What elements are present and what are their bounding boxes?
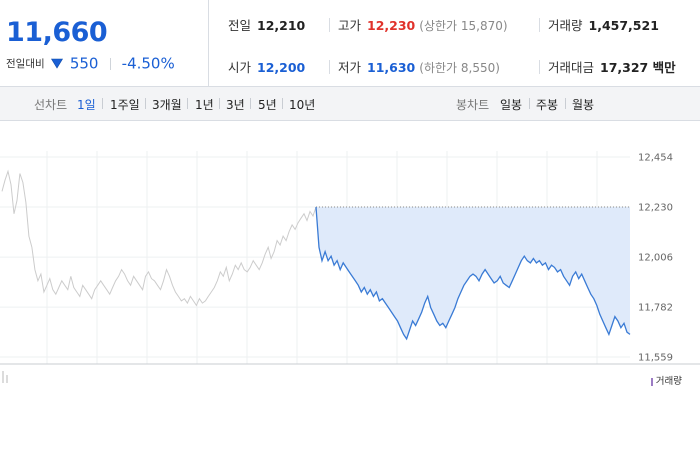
y-tick-label: 11,782	[638, 303, 673, 314]
stat-divider	[329, 60, 330, 74]
open-value: 12,200	[257, 60, 306, 75]
high-value: 12,230	[367, 18, 416, 33]
high-label: 고가	[338, 18, 362, 33]
prev-close-label: 전일	[228, 18, 252, 33]
stat-divider	[539, 18, 540, 32]
tab-period-3y[interactable]: 3년	[226, 96, 245, 113]
open-label: 시가	[228, 60, 252, 75]
volume-legend-label: 거래량	[655, 376, 682, 387]
volume-value: 1,457,521	[588, 18, 659, 33]
trade-value-value: 17,327 백만	[600, 60, 676, 75]
tab-divider	[187, 98, 188, 109]
intraday-chart[interactable]: 12,454 12,230 12,006 11,782 11,559	[0, 121, 700, 391]
stat-divider	[539, 60, 540, 74]
candle-chart-label: 봉차트	[456, 98, 490, 112]
volume-legend: 거래량	[650, 373, 682, 387]
lower-limit: (하한가 8,550)	[419, 61, 500, 75]
tab-candle-monthly[interactable]: 월봉	[572, 96, 594, 113]
change-divider	[109, 57, 111, 70]
stat-divider	[329, 18, 330, 32]
stat-prev-close: 전일 12,210	[228, 15, 305, 35]
price-stats: 전일 12,210 고가 12,230 (상한가 15,870) 거래량 1,457,5…	[208, 0, 700, 86]
stat-high: 고가 12,230 (상한가 15,870)	[338, 15, 508, 35]
tab-divider	[102, 98, 103, 109]
change-label: 전일대비	[6, 58, 45, 70]
volume-swatch	[650, 377, 653, 386]
stat-trade-value: 거래대금 17,327 백만	[548, 57, 676, 77]
tab-period-1w[interactable]: 1주일	[110, 96, 140, 113]
y-axis-ticks: 12,454 12,230 12,006 11,782 11,559	[638, 153, 673, 364]
tab-period-5y[interactable]: 5년	[258, 96, 277, 113]
tab-divider	[529, 98, 530, 109]
tab-divider	[565, 98, 566, 109]
stat-open: 시가 12,200	[228, 57, 305, 77]
price-summary-panel: 11,660 전일대비 550 -4.50% 전일 12,210 고가 12,230…	[0, 0, 700, 87]
tab-candle-weekly[interactable]: 주봉	[536, 96, 558, 113]
y-tick-label: 12,230	[638, 203, 673, 214]
chart-period-bar: 선차트 1일 1주일 3개월 1년 3년 5년 10년 봉차트 일봉 주봉 월봉	[0, 87, 700, 121]
tab-divider	[250, 98, 251, 109]
y-tick-label: 11,559	[638, 353, 673, 364]
volume-label: 거래량	[548, 18, 583, 33]
price-chart-svg: 12,454 12,230 12,006 11,782 11,559	[0, 151, 700, 383]
current-price-box: 11,660 전일대비 550 -4.50%	[0, 0, 209, 86]
trade-value-label: 거래대금	[548, 60, 595, 75]
down-triangle-icon	[50, 58, 63, 69]
line-chart-label: 선차트	[34, 98, 68, 112]
tab-divider	[145, 98, 146, 109]
prev-close-value: 12,210	[257, 18, 306, 33]
tab-candle-daily[interactable]: 일봉	[500, 96, 522, 113]
tab-divider	[282, 98, 283, 109]
stat-low: 저가 11,630 (하한가 8,550)	[338, 57, 500, 77]
tab-period-1d[interactable]: 1일	[77, 96, 96, 113]
change-amount: 550	[69, 54, 99, 73]
stat-volume: 거래량 1,457,521	[548, 15, 659, 35]
change-rate: -4.50%	[121, 54, 175, 73]
low-label: 저가	[338, 60, 362, 75]
tab-divider	[219, 98, 220, 109]
upper-limit: (상한가 15,870)	[419, 19, 508, 33]
volume-bars	[2, 371, 8, 383]
tab-period-10y[interactable]: 10년	[289, 96, 315, 113]
stock-widget: 11,660 전일대비 550 -4.50% 전일 12,210 고가 12,230…	[0, 0, 700, 450]
current-price: 11,660	[6, 17, 108, 48]
tab-period-3m[interactable]: 3개월	[152, 96, 182, 113]
tab-period-1y[interactable]: 1년	[195, 96, 214, 113]
price-change-row: 전일대비 550 -4.50%	[6, 53, 175, 73]
area-below-reference	[316, 207, 630, 339]
low-value: 11,630	[367, 60, 416, 75]
y-tick-label: 12,006	[638, 253, 673, 264]
y-tick-label: 12,454	[638, 153, 673, 164]
price-line-earlier	[1, 169, 317, 307]
